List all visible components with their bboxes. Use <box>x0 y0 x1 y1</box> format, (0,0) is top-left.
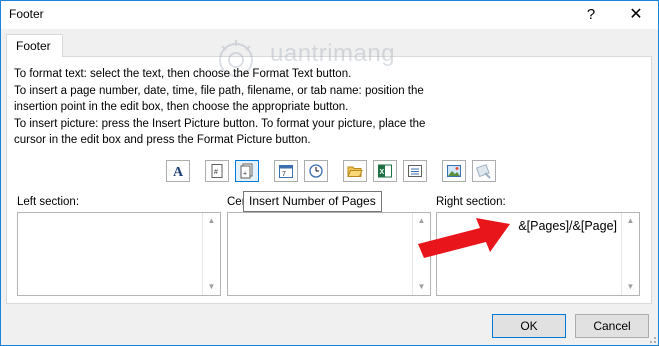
insert-number-of-pages-button[interactable]: + <box>235 160 259 182</box>
right-section-scrollbar[interactable]: ▲ ▼ <box>621 213 639 295</box>
format-picture-icon <box>476 163 491 179</box>
insert-picture-button[interactable] <box>442 160 466 182</box>
resize-grip-icon[interactable] <box>647 334 657 344</box>
instruction-line: To insert picture: press the Insert Pict… <box>14 117 426 130</box>
insert-time-icon <box>309 164 323 178</box>
left-section-scrollbar[interactable]: ▲ ▼ <box>202 213 220 295</box>
title-bar: Footer ? ✕ <box>1 1 658 29</box>
close-button[interactable]: ✕ <box>614 1 658 29</box>
svg-text:X: X <box>380 169 385 176</box>
insert-date-button[interactable]: 7 <box>274 160 298 182</box>
insert-filename-icon: X <box>378 164 392 178</box>
insert-sheet-name-button[interactable] <box>403 160 427 182</box>
insert-date-icon: 7 <box>279 165 293 178</box>
instruction-line: To insert a page number, date, time, fil… <box>14 84 424 97</box>
svg-text:A: A <box>173 165 184 179</box>
tab-footer[interactable]: Footer <box>6 34 63 57</box>
insert-sheet-name-icon <box>408 165 422 177</box>
insert-file-path-button[interactable] <box>343 160 367 182</box>
format-text-icon: A <box>173 165 184 179</box>
scroll-up-icon[interactable]: ▲ <box>622 213 639 229</box>
scroll-down-icon[interactable]: ▼ <box>413 279 430 295</box>
insert-page-number-button[interactable]: # <box>205 160 229 182</box>
svg-text:+: + <box>243 171 247 178</box>
instruction-line: insertion point in the edit box, then ch… <box>14 101 349 113</box>
red-arrow-icon <box>418 218 510 258</box>
insert-picture-icon <box>447 165 461 177</box>
tab-footer-label: Footer <box>16 39 51 53</box>
insert-filename-button[interactable]: X <box>373 160 397 182</box>
svg-text:7: 7 <box>282 171 286 178</box>
insert-file-path-icon <box>347 166 363 177</box>
insert-page-number-icon: # <box>211 164 223 178</box>
format-text-button[interactable]: A <box>166 160 190 182</box>
dialog-title: Footer <box>9 7 44 21</box>
instruction-line: cursor in the edit box and press the For… <box>14 134 311 146</box>
left-section-label: Left section: <box>17 196 80 208</box>
right-section-text: &[Pages]/&[Page] <box>518 219 617 233</box>
scroll-down-icon[interactable]: ▼ <box>622 279 639 295</box>
insert-time-button[interactable] <box>304 160 328 182</box>
left-section-input[interactable]: ▲ ▼ <box>17 212 221 296</box>
center-section-input[interactable]: ▲ ▼ <box>227 212 431 296</box>
scroll-up-icon[interactable]: ▲ <box>203 213 220 229</box>
help-button[interactable]: ? <box>569 1 613 29</box>
format-picture-button[interactable] <box>472 160 496 182</box>
instructions: To format text: select the text, then ch… <box>14 66 434 149</box>
insert-number-of-pages-icon: + <box>240 163 253 179</box>
cancel-button[interactable]: Cancel <box>575 314 649 338</box>
ok-button[interactable]: OK <box>492 314 566 338</box>
watermark-text: uantrimang <box>270 40 396 67</box>
tooltip: Insert Number of Pages <box>243 191 382 212</box>
right-section-label: Right section: <box>436 196 506 208</box>
scroll-down-icon[interactable]: ▼ <box>203 279 220 295</box>
instruction-line: To format text: select the text, then ch… <box>14 68 352 80</box>
svg-text:#: # <box>214 169 218 176</box>
